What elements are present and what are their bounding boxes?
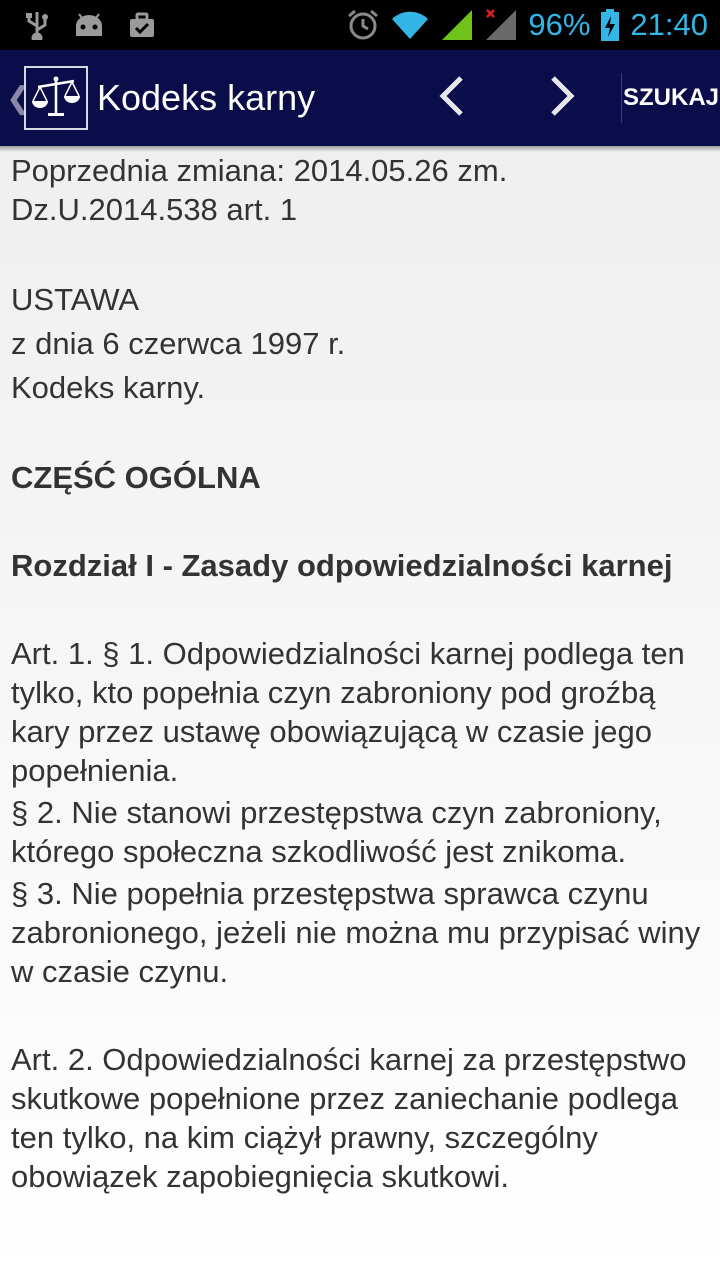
- signal-icon: [440, 8, 474, 42]
- article: Art. 1. § 1. Odpowiedzialności karnej po…: [11, 634, 706, 991]
- alarm-icon: [346, 8, 380, 42]
- action-bar: ❮ Kodeks karny SZUKAJ: [0, 50, 720, 146]
- prev-arrow-icon: [437, 74, 467, 122]
- prev-article-button[interactable]: [397, 50, 507, 146]
- article-paragraph: § 2. Nie stanowi przestępstwa czyn zabro…: [11, 795, 662, 869]
- document-content[interactable]: Poprzednia zmiana: 2014.05.26 zm. Dz.U.2…: [0, 146, 720, 1280]
- chapter-heading: Rozdział I - Zasady odpowiedzialności ka…: [11, 548, 673, 583]
- battery-percent: 96%: [528, 7, 591, 42]
- usb-icon: [24, 10, 50, 40]
- battery-charging-icon: [600, 8, 620, 42]
- article-paragraph: § 3. Nie popełnia przestępstwa sprawca c…: [11, 876, 701, 989]
- next-article-button[interactable]: [507, 50, 617, 146]
- app-title: Kodeks karny: [97, 77, 316, 118]
- previous-change-note: Poprzednia zmiana: 2014.05.26 zm. Dz.U.2…: [11, 153, 508, 227]
- article: Art. 2. Odpowiedzialności karnej za prze…: [11, 1040, 706, 1196]
- status-bar: 96% 21:40: [0, 0, 720, 50]
- article-paragraph: Art. 2. Odpowiedzialności karnej za prze…: [11, 1042, 687, 1194]
- scales-icon[interactable]: [24, 66, 88, 130]
- part-heading: CZĘŚĆ OGÓLNA: [11, 460, 261, 495]
- article-paragraph: Art. 1. § 1. Odpowiedzialności karnej po…: [11, 636, 685, 788]
- search-button[interactable]: SZUKAJ: [622, 50, 720, 146]
- android-icon: [72, 12, 106, 38]
- act-title: Kodeks karny.: [11, 370, 206, 405]
- wifi-icon: [390, 9, 430, 41]
- up-chevron-icon[interactable]: ❮: [0, 81, 31, 116]
- act-type: USTAWA: [11, 282, 140, 317]
- act-date: z dnia 6 czerwca 1997 r.: [11, 326, 346, 361]
- action-bar-shadow: [0, 146, 720, 152]
- next-arrow-icon: [547, 74, 577, 122]
- briefcase-icon: [128, 11, 156, 39]
- clock: 21:40: [630, 7, 708, 42]
- signal-off-icon: [484, 8, 518, 42]
